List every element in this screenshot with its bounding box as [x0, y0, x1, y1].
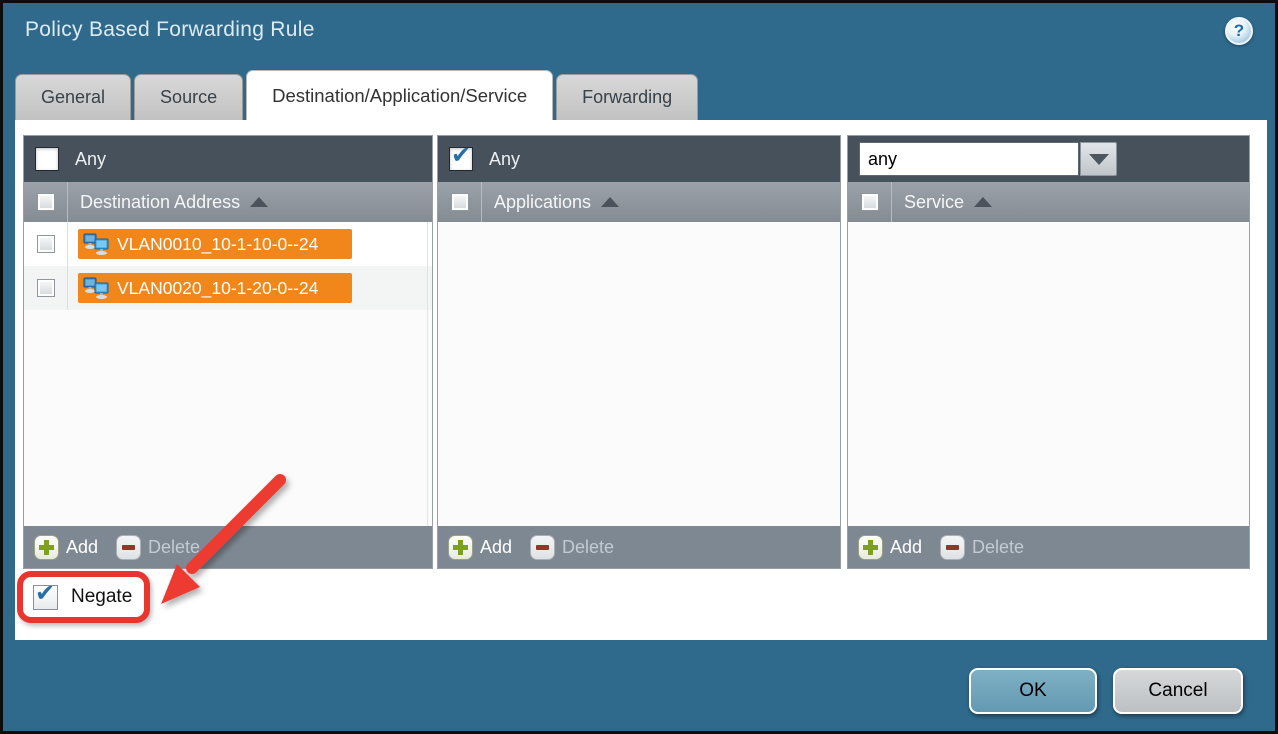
- address-object-name: VLAN0010_10-1-10-0--24: [117, 234, 318, 255]
- add-plus-icon: [858, 535, 883, 560]
- destination-any-label: Any: [75, 149, 106, 170]
- destination-column-label: Destination Address: [80, 192, 240, 213]
- row-checkbox-cell: [24, 266, 68, 310]
- tab-source[interactable]: Source: [134, 74, 243, 120]
- destination-header-checkbox-cell: [24, 182, 68, 222]
- ok-button[interactable]: OK: [969, 668, 1097, 714]
- service-list: [848, 222, 1249, 526]
- negate-checkbox[interactable]: [33, 585, 58, 610]
- table-row[interactable]: VLAN0020_10-1-20-0--24: [24, 266, 432, 310]
- applications-header-checkbox-cell: [438, 182, 482, 222]
- add-plus-icon: [448, 535, 473, 560]
- applications-column-label: Applications: [494, 192, 591, 213]
- service-dropdown: any: [859, 142, 1117, 176]
- destination-footer: Add Delete: [24, 526, 432, 568]
- destination-any-checkbox[interactable]: [35, 147, 59, 171]
- applications-select-all-checkbox[interactable]: [451, 193, 469, 211]
- applications-any-checkbox[interactable]: [449, 147, 473, 171]
- address-object-chip[interactable]: VLAN0020_10-1-20-0--24: [78, 273, 352, 303]
- add-plus-icon: [34, 535, 59, 560]
- service-column-label: Service: [904, 192, 964, 213]
- tab-content: Any Destination Address: [15, 120, 1267, 640]
- dialog-title: Policy Based Forwarding Rule: [25, 18, 315, 42]
- delete-button[interactable]: Delete: [116, 535, 200, 560]
- row-checkbox[interactable]: [37, 279, 55, 297]
- applications-column-header[interactable]: Applications: [438, 182, 840, 222]
- dropdown-button[interactable]: [1080, 142, 1117, 176]
- network-object-icon: [83, 277, 110, 299]
- delete-label: Delete: [148, 537, 200, 558]
- tab-bar: General Source Destination/Application/S…: [15, 70, 698, 120]
- delete-button[interactable]: Delete: [530, 535, 614, 560]
- destination-column-header[interactable]: Destination Address: [24, 182, 432, 222]
- dropdown-arrow-icon: [1089, 154, 1109, 165]
- tab-general[interactable]: General: [15, 74, 131, 120]
- negate-label: Negate: [71, 586, 132, 608]
- applications-any-bar: Any: [438, 136, 840, 182]
- service-panel: any Service Add: [847, 135, 1250, 569]
- network-object-icon: [83, 233, 110, 255]
- pbf-rule-dialog: Policy Based Forwarding Rule ? General S…: [0, 0, 1278, 734]
- applications-panel: Any Applications Add Delete: [437, 135, 841, 569]
- delete-label: Delete: [562, 537, 614, 558]
- add-label: Add: [890, 537, 922, 558]
- add-button[interactable]: Add: [448, 535, 530, 560]
- help-icon[interactable]: ?: [1225, 17, 1253, 45]
- service-dropdown-value[interactable]: any: [859, 142, 1079, 176]
- destination-list: VLAN0010_10-1-10-0--24: [24, 222, 432, 526]
- add-button[interactable]: Add: [858, 535, 940, 560]
- cancel-button[interactable]: Cancel: [1113, 668, 1243, 714]
- sort-asc-icon: [974, 197, 992, 207]
- sort-asc-icon: [250, 197, 268, 207]
- service-select-all-checkbox[interactable]: [861, 193, 879, 211]
- row-checkbox-cell: [24, 222, 68, 266]
- service-footer: Add Delete: [848, 526, 1249, 568]
- applications-list: [438, 222, 840, 526]
- add-button[interactable]: Add: [34, 535, 116, 560]
- destination-address-panel: Any Destination Address: [23, 135, 433, 569]
- sort-asc-icon: [601, 197, 619, 207]
- add-label: Add: [480, 537, 512, 558]
- tab-destination-application-service[interactable]: Destination/Application/Service: [246, 70, 553, 120]
- address-object-chip[interactable]: VLAN0010_10-1-10-0--24: [78, 229, 352, 259]
- service-column-header[interactable]: Service: [848, 182, 1249, 222]
- service-header-checkbox-cell: [848, 182, 892, 222]
- service-dropdown-bar: any: [848, 136, 1249, 182]
- tab-forwarding[interactable]: Forwarding: [556, 74, 698, 120]
- delete-minus-icon: [940, 535, 965, 560]
- delete-button[interactable]: Delete: [940, 535, 1024, 560]
- destination-any-bar: Any: [24, 136, 432, 182]
- delete-minus-icon: [116, 535, 141, 560]
- address-object-name: VLAN0020_10-1-20-0--24: [117, 278, 318, 299]
- table-row[interactable]: VLAN0010_10-1-10-0--24: [24, 222, 432, 266]
- delete-minus-icon: [530, 535, 555, 560]
- destination-select-all-checkbox[interactable]: [37, 193, 55, 211]
- applications-any-label: Any: [489, 149, 520, 170]
- applications-footer: Add Delete: [438, 526, 840, 568]
- delete-label: Delete: [972, 537, 1024, 558]
- row-checkbox[interactable]: [37, 235, 55, 253]
- add-label: Add: [66, 537, 98, 558]
- negate-highlight-box: Negate: [17, 571, 150, 623]
